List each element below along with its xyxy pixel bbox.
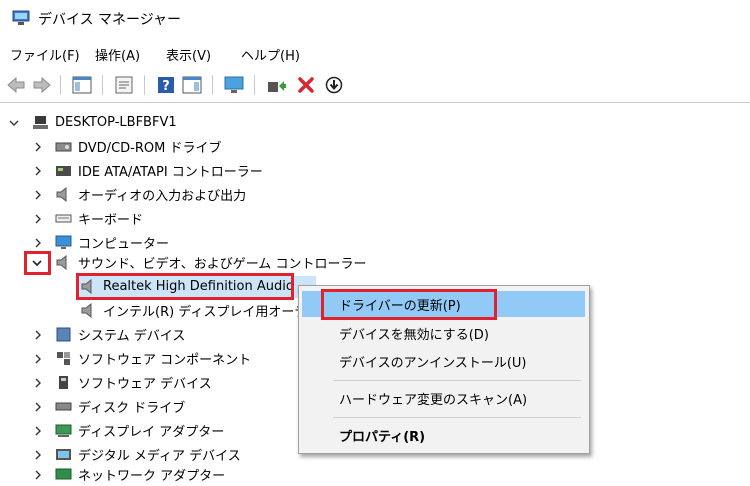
expand-chevron-icon[interactable] — [32, 189, 44, 201]
update-driver-icon[interactable] — [264, 73, 288, 97]
monitor-icon[interactable] — [222, 73, 246, 97]
menu-item-disable-device[interactable]: デバイスを無効にする(D) — [339, 324, 489, 343]
menu-action[interactable]: 操作(A) — [95, 45, 140, 64]
tree-item-disk-drives[interactable]: ディスク ドライブ — [55, 395, 185, 418]
collapse-chevron-icon[interactable] — [31, 257, 43, 269]
software-component-icon — [57, 352, 70, 365]
tree-item-label: ソフトウェア デバイス — [78, 377, 212, 392]
toolbar-separator — [144, 75, 145, 95]
menu-item-scan-hardware[interactable]: ハードウェア変更のスキャン(A) — [339, 389, 527, 408]
expand-chevron-icon[interactable] — [32, 353, 44, 365]
toolbar-separator — [254, 75, 255, 95]
display-adapter-icon — [55, 424, 72, 437]
expand-chevron-icon[interactable] — [32, 141, 44, 153]
tree-root-label: DESKTOP-LBFBFV1 — [55, 115, 177, 130]
menu-view[interactable]: 表示(V) — [166, 45, 211, 64]
tree-item-label: デジタル メディア デバイス — [78, 449, 241, 464]
expand-chevron-icon[interactable] — [32, 329, 44, 341]
uninstall-icon[interactable] — [294, 73, 318, 97]
tree-root[interactable]: DESKTOP-LBFBFV1 — [32, 111, 177, 134]
keyboard-icon — [55, 214, 72, 223]
title-bar: デバイス マネージャー — [0, 0, 750, 38]
tree-item-network[interactable]: ネットワーク アダプター — [55, 463, 225, 486]
disable-icon[interactable] — [322, 73, 346, 97]
speaker-icon — [56, 187, 67, 202]
tree-item-label: IDE ATA/ATAPI コントローラー — [78, 165, 263, 180]
tree-item-system[interactable]: システム デバイス — [55, 323, 185, 346]
tree-item-software-devices[interactable]: ソフトウェア デバイス — [55, 371, 212, 394]
context-menu: ドライバーの更新(P) デバイスを無効にする(D) デバイスのアンインストール(… — [298, 285, 590, 454]
tree-item-display-adapters[interactable]: ディスプレイ アダプター — [55, 419, 224, 442]
expand-chevron-icon[interactable] — [32, 237, 44, 249]
tree-item-label: コンピューター — [78, 237, 170, 252]
speaker-icon — [81, 303, 92, 318]
back-icon[interactable] — [4, 73, 28, 97]
tree-item-label: システム デバイス — [78, 329, 186, 344]
properties-icon[interactable] — [112, 73, 136, 97]
menu-item-uninstall-device[interactable]: デバイスのアンインストール(U) — [339, 352, 527, 371]
speaker-icon — [56, 255, 67, 270]
tree-item-dvd[interactable]: DVD/CD-ROM ドライブ — [55, 135, 221, 158]
menu-item-update-driver[interactable]: ドライバーの更新(P) — [339, 295, 461, 314]
media-device-icon — [56, 449, 71, 460]
expand-chevron-icon[interactable] — [32, 165, 44, 177]
help-icon[interactable]: ? — [154, 73, 178, 97]
disk-drive-icon — [55, 402, 72, 411]
menu-item-properties[interactable]: プロパティ(R) — [339, 426, 425, 445]
tree-item-audio-io[interactable]: オーディオの入力および出力 — [55, 183, 246, 206]
toolbar-separator — [212, 75, 213, 95]
computer-icon — [33, 116, 48, 129]
tree-item-label: DVD/CD-ROM ドライブ — [78, 141, 222, 156]
window-title: デバイス マネージャー — [38, 12, 182, 28]
dvd-drive-icon — [55, 142, 72, 152]
menu-separator — [333, 380, 581, 381]
tree-item-label: キーボード — [78, 213, 144, 228]
system-device-icon — [56, 327, 71, 342]
action-pane-icon[interactable] — [180, 73, 204, 97]
toolbar: ? — [0, 68, 750, 103]
menu-help[interactable]: ヘルプ(H) — [241, 45, 300, 64]
tree-item-software-components[interactable]: ソフトウェア コンポーネント — [55, 347, 251, 370]
expand-chevron-icon[interactable] — [32, 213, 44, 225]
software-device-icon — [59, 376, 68, 389]
expand-chevron-icon[interactable] — [32, 401, 44, 413]
tree-item-sound-video-game[interactable]: サウンド、ビデオ、およびゲーム コントローラー — [55, 251, 366, 274]
menu-separator — [333, 417, 581, 418]
menu-bar: ファイル(F) 操作(A) 表示(V) ヘルプ(H) — [0, 38, 750, 68]
network-adapter-icon — [55, 468, 72, 480]
forward-icon[interactable] — [30, 73, 54, 97]
tree-item-label: オーディオの入力および出力 — [78, 189, 247, 204]
svg-text:?: ? — [162, 79, 170, 94]
toolbar-separator — [60, 75, 61, 95]
tree-item-label: ソフトウェア コンポーネント — [78, 353, 252, 368]
expand-chevron-icon[interactable] — [32, 377, 44, 389]
device-manager-icon — [12, 10, 30, 25]
show-hide-tree-icon[interactable] — [70, 73, 94, 97]
tree-item-label: ネットワーク アダプター — [78, 469, 226, 484]
expand-chevron-icon[interactable] — [32, 425, 44, 437]
tree-item-ide[interactable]: IDE ATA/ATAPI コントローラー — [55, 159, 263, 182]
tree-item-label: ディスプレイ アダプター — [78, 425, 225, 440]
toolbar-separator — [102, 75, 103, 95]
tree-item-label: ディスク ドライブ — [78, 401, 186, 416]
monitor-icon — [55, 235, 72, 249]
ide-controller-icon — [56, 166, 71, 176]
tree-item-intel-audio[interactable]: インテル(R) ディスプレイ用オーディオ — [80, 299, 333, 322]
tree-item-keyboard[interactable]: キーボード — [55, 207, 143, 230]
collapse-chevron-icon[interactable] — [8, 117, 20, 129]
expand-chevron-icon[interactable] — [32, 449, 44, 461]
menu-file[interactable]: ファイル(F) — [10, 45, 80, 64]
tree-item-label: サウンド、ビデオ、およびゲーム コントローラー — [78, 257, 367, 272]
highlight-box-realtek — [76, 273, 294, 300]
expand-chevron-icon[interactable] — [32, 469, 44, 481]
